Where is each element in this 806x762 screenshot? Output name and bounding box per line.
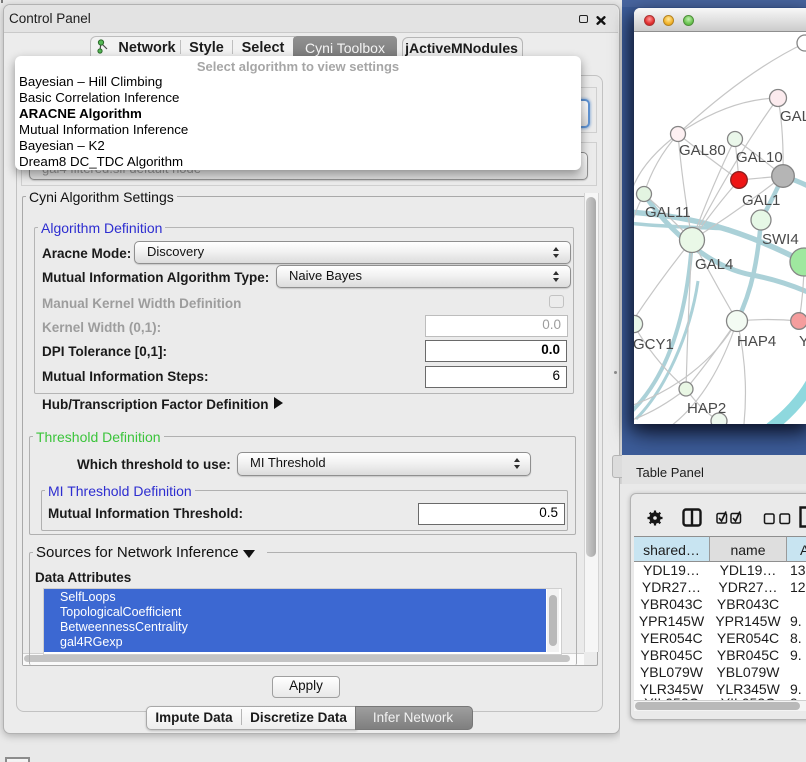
svg-text:HAP4: HAP4 [737, 333, 776, 350]
svg-text:GAL11: GAL11 [645, 204, 691, 221]
svg-text:GCY1: GCY1 [634, 336, 674, 353]
svg-text:Y: Y [799, 333, 806, 350]
svg-text:GAL80: GAL80 [679, 142, 726, 159]
svg-text:GAL: GAL [780, 108, 806, 125]
svg-text:GAL10: GAL10 [736, 149, 783, 166]
svg-text:GAL4: GAL4 [695, 256, 733, 273]
svg-text:SWI4: SWI4 [762, 231, 799, 248]
svg-text:HAP2: HAP2 [687, 400, 726, 417]
svg-text:GAL1: GAL1 [742, 192, 780, 209]
